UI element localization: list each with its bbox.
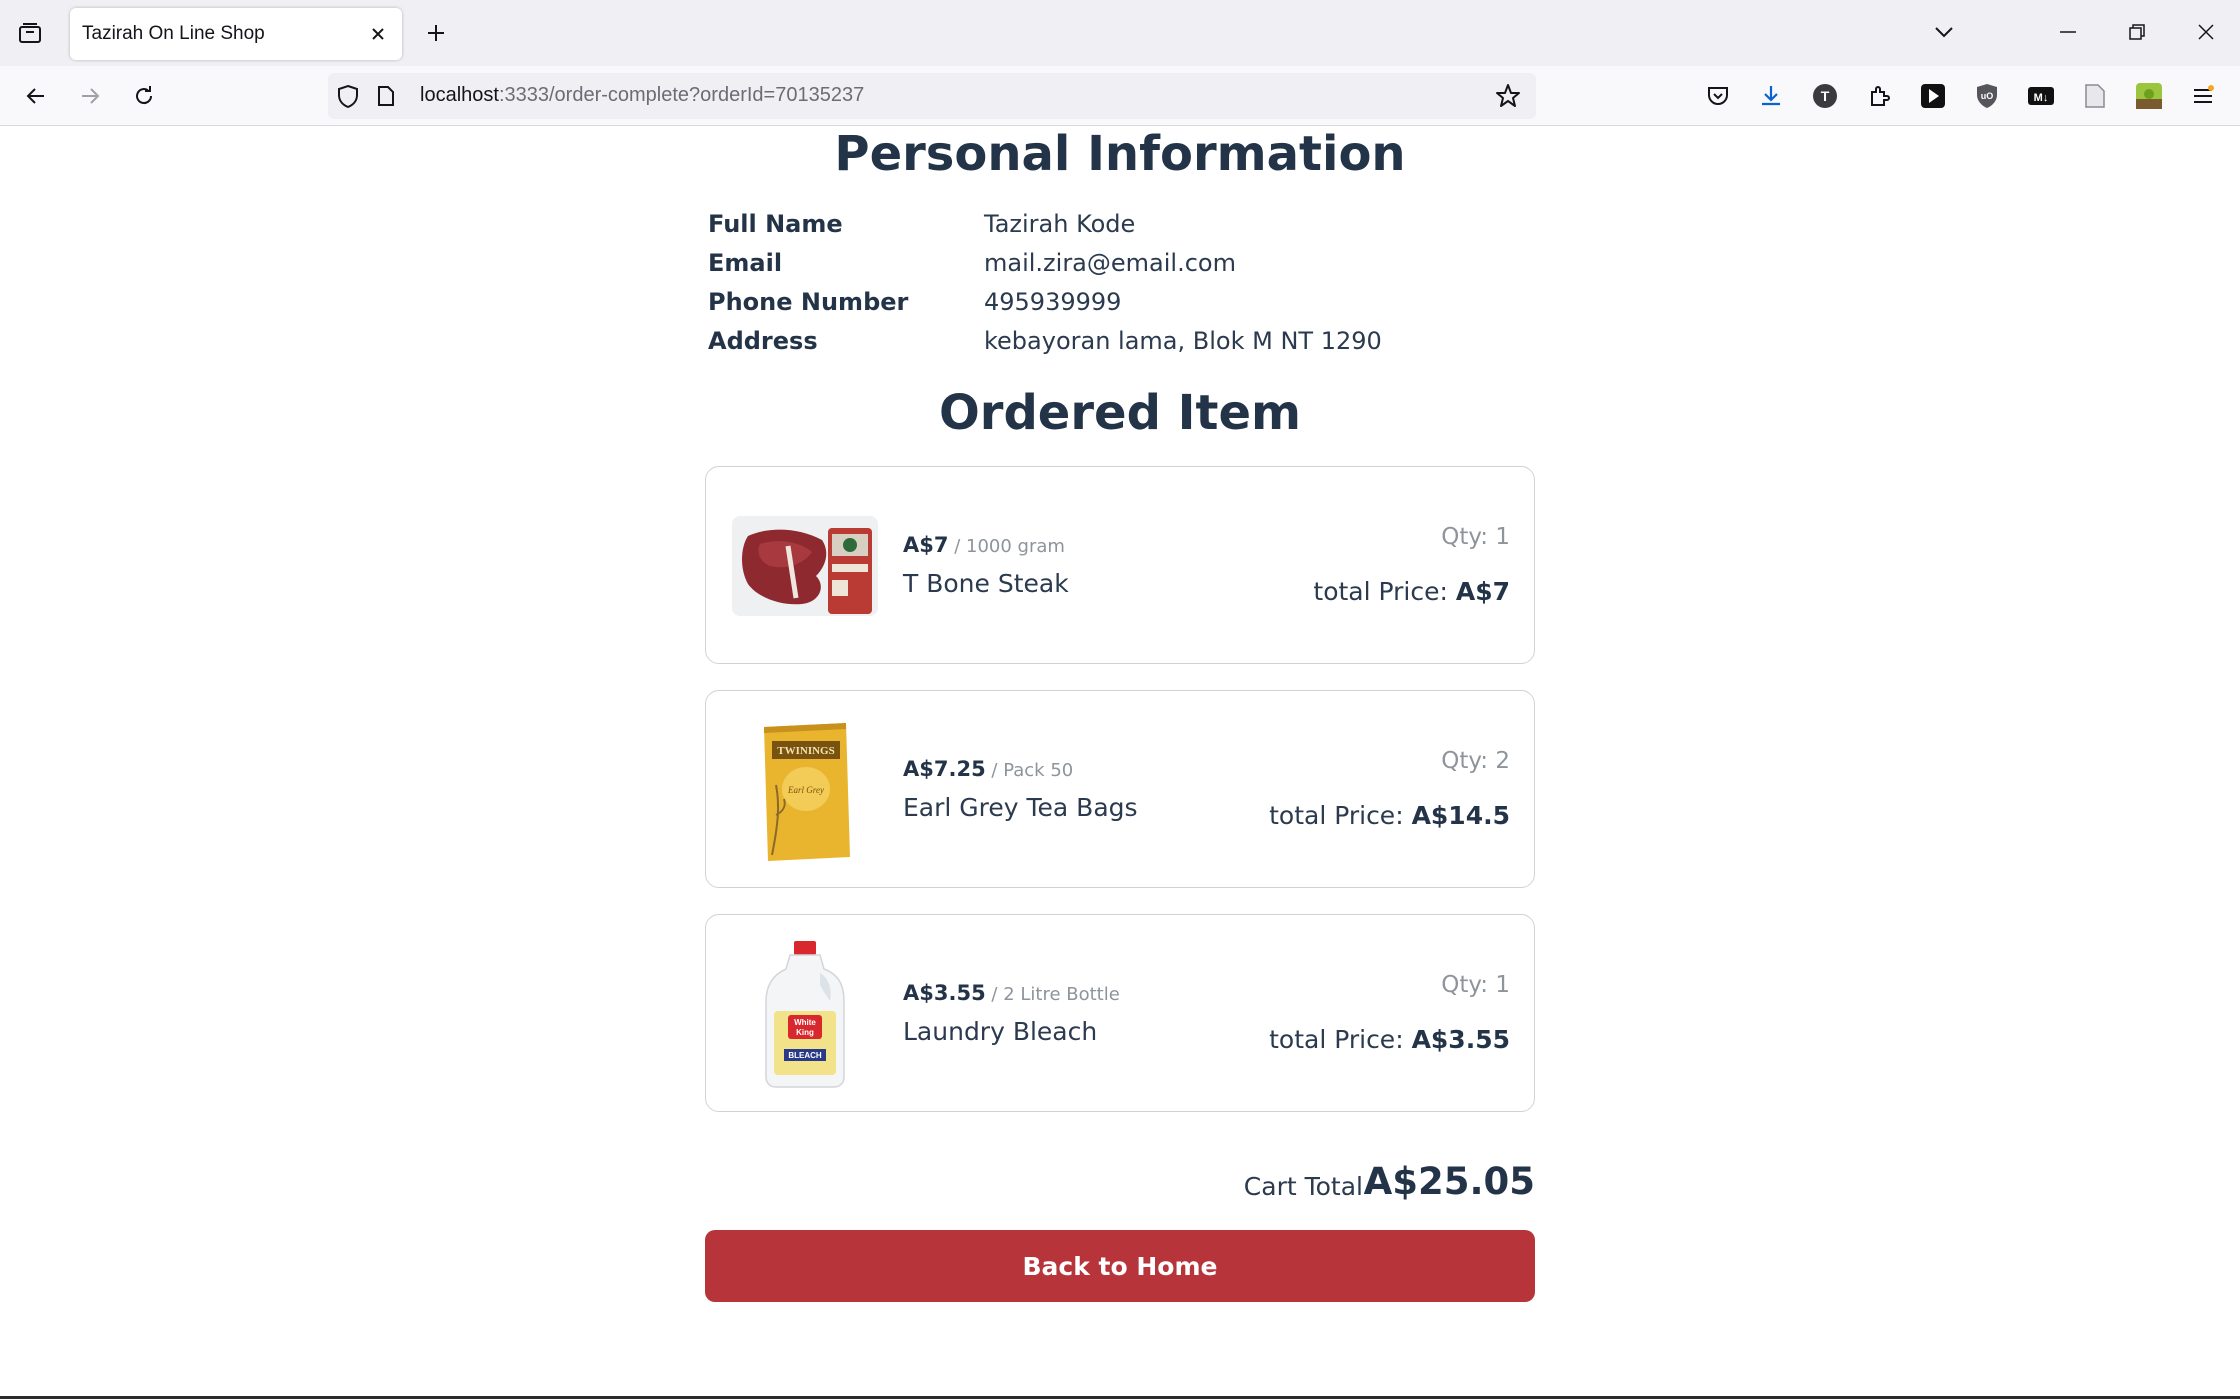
extension-t-icon[interactable]: T — [1808, 79, 1842, 113]
svg-text:T: T — [1821, 88, 1830, 104]
svg-text:TWININGS: TWININGS — [777, 745, 834, 757]
item-name: Laundry Bleach — [903, 1017, 1098, 1046]
svg-text:King: King — [796, 1028, 814, 1037]
steak-image — [730, 491, 880, 641]
total-value: A$7 — [1455, 577, 1510, 606]
info-label: Phone Number — [708, 288, 909, 316]
navigation-toolbar: localhost:3333/order-complete?orderId=70… — [0, 66, 2240, 126]
reader-icon[interactable] — [2078, 79, 2112, 113]
personal-info-heading: Personal Information — [834, 126, 1406, 182]
total-value: A$14.5 — [1411, 801, 1510, 830]
item-total: total Price: A$3.55 — [1269, 1025, 1510, 1054]
back-icon[interactable] — [18, 78, 54, 114]
avatar-icon[interactable] — [2132, 79, 2166, 113]
svg-text:Earl Grey: Earl Grey — [787, 785, 824, 795]
info-value: mail.zira@email.com — [984, 249, 1236, 277]
info-value: 495939999 — [984, 288, 1122, 316]
reload-icon[interactable] — [126, 78, 162, 114]
total-label: total Price: — [1269, 1025, 1412, 1054]
order-item-card: TWININGS Earl Grey A$7.25 / Pack 50 Earl… — [705, 690, 1535, 888]
info-label: Address — [708, 327, 818, 355]
unit-price: A$7 / 1000 gram — [903, 533, 1065, 557]
page-bottom-border — [0, 1396, 2240, 1399]
price-unit: / Pack 50 — [985, 760, 1074, 781]
cart-total: Cart Total A$25.05 — [705, 1160, 1535, 1210]
shield-icon[interactable] — [334, 82, 362, 110]
play-icon[interactable] — [1916, 79, 1950, 113]
svg-text:White: White — [794, 1018, 816, 1027]
close-icon[interactable] — [364, 20, 392, 48]
item-quantity: Qty: 1 — [1441, 524, 1510, 550]
item-total: total Price: A$7 — [1313, 577, 1510, 606]
total-label: total Price: — [1313, 577, 1456, 606]
markdown-icon[interactable]: M↓ — [2024, 79, 2058, 113]
tea-box-image: TWININGS Earl Grey — [730, 715, 880, 865]
item-name: Earl Grey Tea Bags — [903, 793, 1138, 822]
unit-price: A$3.55 / 2 Litre Bottle — [903, 981, 1120, 1005]
minimize-icon[interactable] — [2048, 14, 2088, 50]
order-item-card: A$7 / 1000 gram T Bone Steak Qty: 1 tota… — [705, 466, 1535, 664]
close-window-icon[interactable] — [2186, 14, 2226, 50]
star-icon[interactable] — [1494, 82, 1522, 110]
url-path: :3333/order-complete?orderId=70135237 — [498, 84, 865, 106]
ordered-items-heading: Ordered Item — [938, 385, 1302, 441]
address-bar[interactable]: localhost:3333/order-complete?orderId=70… — [328, 73, 1536, 119]
download-icon[interactable] — [1754, 79, 1788, 113]
item-quantity: Qty: 1 — [1441, 972, 1510, 998]
tab-title: Tazirah On Line Shop — [82, 23, 265, 44]
cart-total-value: A$25.05 — [1363, 1160, 1535, 1203]
svg-text:M↓: M↓ — [2034, 92, 2049, 104]
url-host: localhost — [420, 84, 499, 106]
price-value: A$3.55 — [903, 981, 986, 1005]
svg-text:BLEACH: BLEACH — [788, 1051, 822, 1060]
tab-list-icon[interactable] — [14, 17, 46, 49]
unit-price: A$7.25 / Pack 50 — [903, 757, 1073, 781]
price-value: A$7 — [903, 533, 949, 557]
price-unit: / 2 Litre Bottle — [985, 984, 1120, 1005]
back-to-home-button[interactable]: Back to Home — [705, 1230, 1535, 1302]
cart-total-label: Cart Total — [1243, 1172, 1363, 1201]
menu-icon[interactable] — [2186, 79, 2220, 113]
svg-text:uO: uO — [1981, 91, 1994, 101]
order-item-card: White King BLEACH A$3.55 / 2 Litre Bottl… — [705, 914, 1535, 1112]
plus-icon[interactable] — [420, 17, 452, 49]
url-text[interactable]: localhost:3333/order-complete?orderId=70… — [420, 84, 864, 107]
info-value: Tazirah Kode — [984, 210, 1136, 238]
page-icon[interactable] — [372, 82, 400, 110]
total-value: A$3.55 — [1411, 1025, 1510, 1054]
info-row-address: Address kebayoran lama, Blok M NT 1290 — [708, 327, 1508, 363]
info-row-email: Email mail.zira@email.com — [708, 249, 1508, 285]
restore-icon[interactable] — [2117, 14, 2157, 50]
info-value: kebayoran lama, Blok M NT 1290 — [984, 327, 1382, 355]
extensions-icon[interactable] — [1862, 79, 1896, 113]
info-row-phone: Phone Number 495939999 — [708, 288, 1508, 324]
item-quantity: Qty: 2 — [1441, 748, 1510, 774]
browser-tab[interactable]: Tazirah On Line Shop — [70, 8, 402, 60]
total-label: total Price: — [1269, 801, 1412, 830]
item-name: T Bone Steak — [903, 569, 1069, 598]
ublock-icon[interactable]: uO — [1970, 79, 2004, 113]
chevron-down-icon[interactable] — [1924, 14, 1964, 50]
bleach-bottle-image: White King BLEACH — [730, 939, 880, 1089]
price-unit: / 1000 gram — [948, 536, 1065, 557]
forward-icon[interactable] — [72, 78, 108, 114]
tab-bar: Tazirah On Line Shop — [0, 0, 2240, 66]
info-row-full-name: Full Name Tazirah Kode — [708, 210, 1508, 246]
pocket-icon[interactable] — [1701, 79, 1735, 113]
price-value: A$7.25 — [903, 757, 986, 781]
info-label: Email — [708, 249, 783, 277]
item-total: total Price: A$14.5 — [1269, 801, 1510, 830]
info-label: Full Name — [708, 210, 843, 238]
